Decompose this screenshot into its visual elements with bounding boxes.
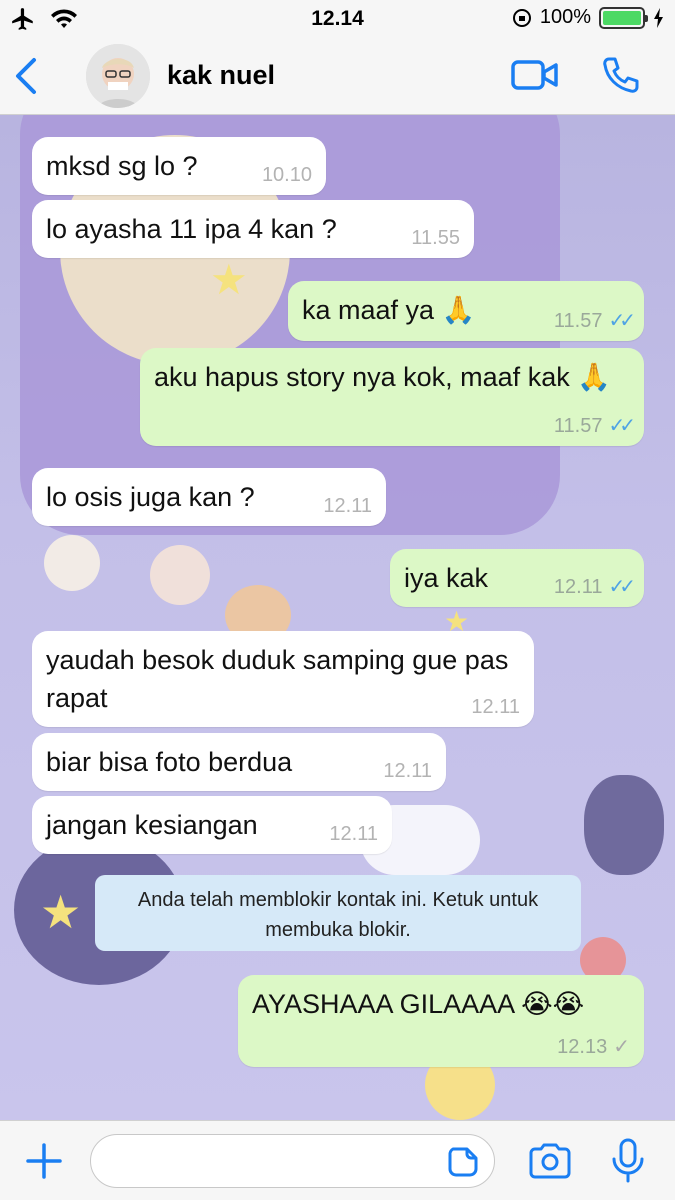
message-incoming[interactable]: jangan kesiangan 12.11 [32, 796, 392, 854]
status-bar: 12.14 100% [0, 0, 675, 38]
message-text: lo ayasha 11 ipa 4 kan ? [46, 214, 337, 244]
wallpaper-hamster-2 [150, 545, 210, 605]
message-time: 10.10 [261, 163, 312, 186]
message-text: iya kak [404, 563, 489, 593]
message-time: 12.11 [383, 759, 432, 782]
message-time: 12.11 [323, 494, 372, 517]
rotation-lock-icon [512, 8, 531, 27]
back-chevron-icon[interactable] [10, 54, 44, 98]
composer-bar [0, 1120, 675, 1200]
message-incoming[interactable]: lo osis juga kan ? 12.11 [32, 468, 386, 526]
microphone-icon[interactable] [610, 1137, 646, 1185]
message-incoming[interactable]: yaudah besok duduk samping gue pas rapat… [32, 631, 534, 727]
message-text: mksd sg lo ? [46, 151, 198, 181]
message-text: AYASHAAA GILAAAA 😭😭 [252, 989, 585, 1019]
message-time: 11.57 [553, 309, 603, 332]
blocked-contact-notice[interactable]: Anda telah memblokir kontak ini. Ketuk u… [95, 875, 581, 951]
wallpaper-star-1: ★ [210, 256, 248, 303]
message-input[interactable] [90, 1134, 495, 1188]
sent-tick-icon: ✓ [613, 1035, 630, 1058]
read-ticks-icon: ✓✓ [608, 414, 635, 437]
charging-bolt-icon [654, 7, 663, 28]
battery-percent: 100% [539, 6, 591, 28]
message-incoming[interactable]: mksd sg lo ? 10.10 [32, 137, 326, 195]
wallpaper-kettle [584, 775, 664, 875]
plus-icon[interactable] [24, 1141, 64, 1181]
message-outgoing[interactable]: iya kak 12.11 ✓✓ [390, 549, 644, 607]
message-outgoing[interactable]: aku hapus story nya kok, maaf kak 🙏 11.5… [140, 348, 644, 446]
message-time: 11.55 [411, 226, 460, 249]
message-text: lo osis juga kan ? [46, 482, 255, 512]
sticker-icon[interactable] [447, 1146, 479, 1178]
message-time: 12.11 [471, 695, 520, 718]
read-ticks-icon: ✓✓ [608, 309, 635, 332]
chat-area[interactable]: ★ ★ ★ mksd sg lo ? 10.10 lo ayasha 11 ip… [0, 115, 675, 1120]
battery-icon [599, 6, 648, 29]
message-time: 12.11 [553, 575, 603, 598]
contact-name[interactable]: kak nuel [167, 60, 275, 91]
camera-icon[interactable] [527, 1141, 573, 1181]
message-time: 11.57 [553, 414, 603, 437]
message-text: jangan kesiangan [46, 810, 258, 840]
message-outgoing[interactable]: AYASHAAA GILAAAA 😭😭 12.13 ✓ [238, 975, 644, 1067]
avatar[interactable] [86, 44, 150, 108]
message-time: 12.13 [557, 1035, 608, 1058]
wallpaper-star-2: ★ [40, 886, 82, 938]
message-text: yaudah besok duduk samping gue pas rapat [46, 645, 509, 714]
read-ticks-icon: ✓✓ [608, 575, 635, 598]
message-outgoing[interactable]: ka maaf ya 🙏 11.57 ✓✓ [288, 281, 644, 341]
video-call-icon[interactable] [510, 58, 560, 92]
message-time: 12.11 [329, 822, 378, 845]
phone-icon[interactable] [600, 55, 640, 95]
message-text: ka maaf ya 🙏 [302, 295, 476, 325]
chat-header: kak nuel [0, 38, 675, 115]
wallpaper-hamster-1 [44, 535, 100, 591]
message-incoming[interactable]: biar bisa foto berdua 12.11 [32, 733, 446, 791]
status-right: 100% [512, 6, 665, 29]
message-incoming[interactable]: lo ayasha 11 ipa 4 kan ? 11.55 [32, 200, 474, 258]
message-text: biar bisa foto berdua [46, 747, 293, 777]
message-text: aku hapus story nya kok, maaf kak 🙏 [154, 362, 611, 392]
